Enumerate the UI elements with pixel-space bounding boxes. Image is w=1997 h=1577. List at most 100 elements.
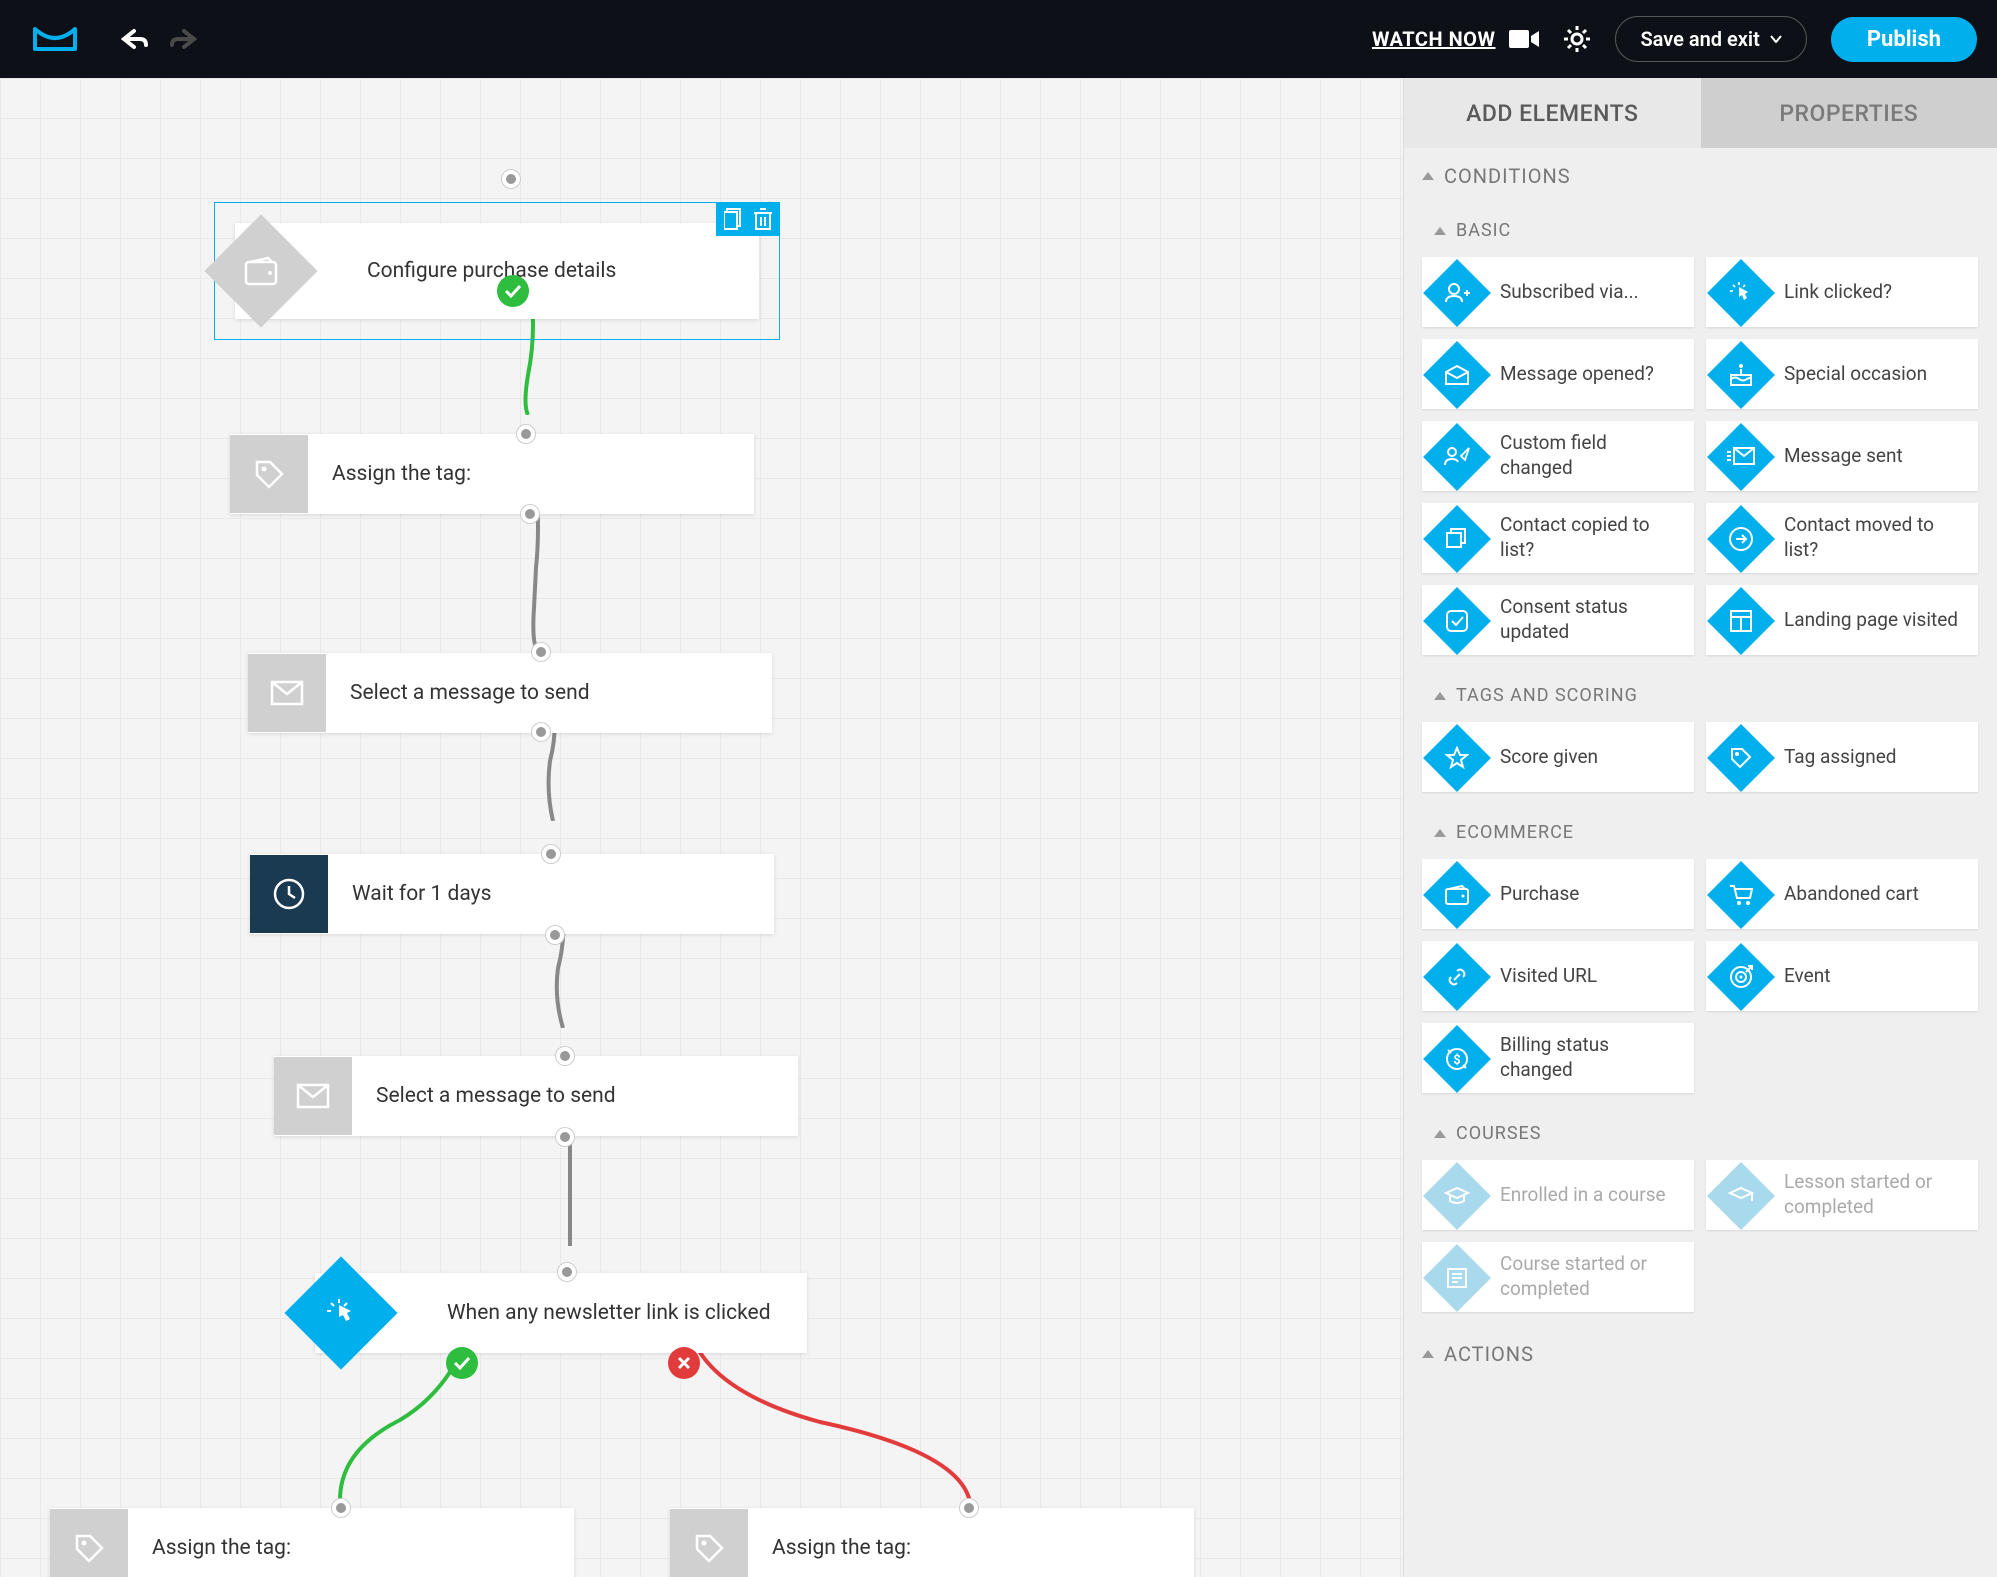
tag-icon (1729, 746, 1753, 770)
connector-port[interactable] (546, 926, 564, 944)
node-assign-tag-2[interactable]: Assign the tag: (50, 1508, 574, 1577)
element-subscribed-via[interactable]: Subscribed via... (1422, 257, 1694, 327)
user-icon (1444, 282, 1470, 304)
clock-icon (272, 877, 306, 911)
copy-icon (1445, 527, 1469, 551)
watch-now-link[interactable]: WATCH NOW (1372, 27, 1540, 51)
tag-icon (72, 1531, 106, 1565)
element-event[interactable]: Event (1706, 941, 1978, 1011)
mail-open-icon (1444, 364, 1470, 386)
section-ecommerce[interactable]: ECOMMERCE (1404, 806, 1997, 859)
redo-button (168, 27, 198, 51)
node-label: Wait for 1 days (328, 882, 658, 906)
mail-sent-icon (1726, 446, 1756, 468)
tag-icon (252, 457, 286, 491)
wallet-icon (1444, 884, 1470, 906)
element-visited-url[interactable]: Visited URL (1422, 941, 1694, 1011)
delete-icon[interactable] (754, 208, 772, 230)
node-wait[interactable]: Wait for 1 days (250, 854, 774, 934)
check-badge (446, 1347, 478, 1379)
check-badge (497, 275, 529, 307)
node-label: Select a message to send (352, 1084, 682, 1108)
save-and-exit-button[interactable]: Save and exit (1615, 16, 1806, 62)
page-icon (1729, 609, 1753, 633)
node-configure-purchase[interactable]: Configure purchase details (235, 223, 759, 319)
node-link-clicked[interactable]: When any newsletter link is clicked (315, 1273, 807, 1353)
element-landing-page[interactable]: Landing page visited (1706, 585, 1978, 655)
tab-properties[interactable]: PROPERTIES (1701, 78, 1997, 148)
settings-icon[interactable] (1563, 25, 1591, 53)
node-label: Assign the tag: (748, 1536, 1078, 1560)
billing-icon: $ (1444, 1046, 1470, 1072)
undo-button[interactable] (120, 27, 150, 51)
element-link-clicked[interactable]: Link clicked? (1706, 257, 1978, 327)
connector-port[interactable] (556, 1128, 574, 1146)
section-conditions[interactable]: CONDITIONS (1404, 148, 1997, 204)
link-icon (1445, 965, 1469, 989)
cart-icon (1728, 883, 1754, 907)
element-message-opened[interactable]: Message opened? (1422, 339, 1694, 409)
mail-icon (270, 680, 304, 706)
star-icon (1445, 746, 1469, 770)
element-lesson-started[interactable]: Lesson started or completed (1706, 1160, 1978, 1230)
element-contact-moved[interactable]: Contact moved to list? (1706, 503, 1978, 573)
section-actions[interactable]: ACTIONS (1404, 1326, 1997, 1382)
tab-add-elements[interactable]: ADD ELEMENTS (1404, 78, 1701, 148)
workflow-canvas[interactable]: Configure purchase details Assign the ta… (0, 78, 1403, 1577)
connector-port[interactable] (558, 1263, 576, 1281)
node-label: Assign the tag: (128, 1536, 458, 1560)
element-custom-field[interactable]: Custom field changed (1422, 421, 1694, 491)
user-edit-icon (1443, 446, 1471, 468)
node-assign-tag-3[interactable]: Assign the tag: (670, 1508, 1194, 1577)
copy-icon[interactable] (724, 208, 744, 230)
chevron-down-icon (1770, 35, 1782, 43)
connector-port[interactable] (556, 1047, 574, 1065)
node-label: Assign the tag: (308, 462, 638, 486)
cake-icon (1728, 363, 1754, 387)
node-label: When any newsletter link is clicked (423, 1301, 795, 1325)
connector-port[interactable] (332, 1499, 350, 1517)
click-icon (325, 1297, 357, 1329)
element-purchase[interactable]: Purchase (1422, 859, 1694, 929)
course-icon (1445, 1266, 1469, 1290)
mail-icon (296, 1083, 330, 1109)
publish-button[interactable]: Publish (1831, 17, 1977, 62)
graduate-icon (1444, 1185, 1470, 1207)
element-abandoned-cart[interactable]: Abandoned cart (1706, 859, 1978, 929)
wallet-icon (244, 256, 278, 286)
svg-text:$: $ (1453, 1053, 1460, 1068)
node-select-message-2[interactable]: Select a message to send (274, 1056, 798, 1136)
element-course-started[interactable]: Course started or completed (1422, 1242, 1694, 1312)
node-select-message-1[interactable]: Select a message to send (248, 653, 772, 733)
section-tags-scoring[interactable]: TAGS AND SCORING (1404, 669, 1997, 722)
node-assign-tag-1[interactable]: Assign the tag: (230, 434, 754, 514)
element-message-sent[interactable]: Message sent (1706, 421, 1978, 491)
element-special-occasion[interactable]: Special occasion (1706, 339, 1978, 409)
connector-port[interactable] (960, 1499, 978, 1517)
tag-icon (692, 1531, 726, 1565)
element-enrolled-course[interactable]: Enrolled in a course (1422, 1160, 1694, 1230)
watch-now-label: WATCH NOW (1372, 27, 1496, 51)
section-basic[interactable]: BASIC (1404, 204, 1997, 257)
move-icon (1728, 526, 1754, 552)
connector-port[interactable] (502, 170, 520, 188)
section-courses[interactable]: COURSES (1404, 1107, 1997, 1160)
element-score-given[interactable]: Score given (1422, 722, 1694, 792)
click-icon (1729, 281, 1753, 305)
connector-port[interactable] (532, 723, 550, 741)
element-consent-status[interactable]: Consent status updated (1422, 585, 1694, 655)
connector-port[interactable] (532, 643, 550, 661)
lesson-icon (1728, 1185, 1754, 1207)
top-bar: WATCH NOW Save and exit Publish (0, 0, 1997, 78)
connector-port[interactable] (521, 505, 539, 523)
element-tag-assigned[interactable]: Tag assigned (1706, 722, 1978, 792)
app-logo[interactable] (20, 23, 90, 55)
node-label: Select a message to send (326, 681, 656, 705)
node-toolbar (716, 202, 780, 236)
connector-port[interactable] (542, 845, 560, 863)
target-icon (1728, 964, 1754, 990)
element-billing-status[interactable]: $Billing status changed (1422, 1023, 1694, 1093)
sidebar: ADD ELEMENTS PROPERTIES CONDITIONS BASIC… (1403, 78, 1997, 1577)
connector-port[interactable] (517, 425, 535, 443)
element-contact-copied[interactable]: Contact copied to list? (1422, 503, 1694, 573)
